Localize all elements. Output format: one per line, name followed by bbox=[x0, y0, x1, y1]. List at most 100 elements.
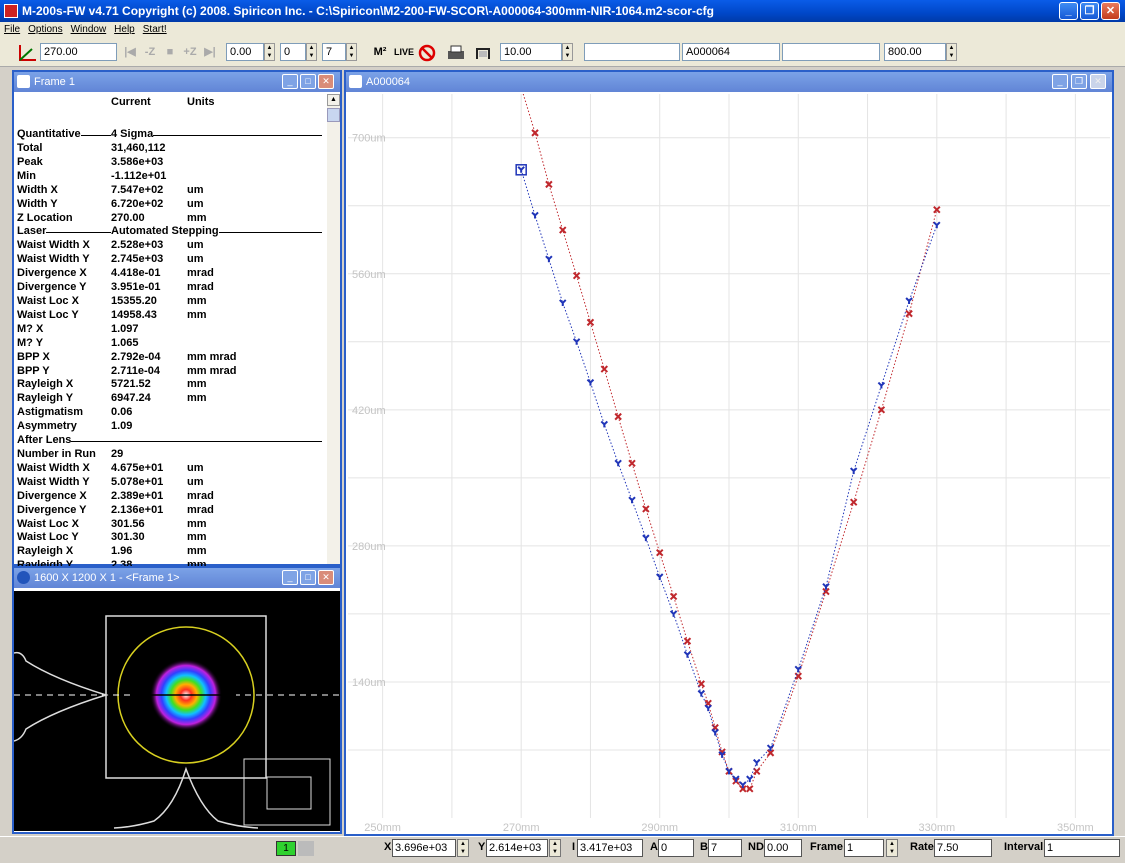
frame-start-spinner[interactable]: ▲ ▼ bbox=[306, 43, 317, 61]
data-point-y bbox=[849, 467, 858, 475]
result-label: Rayleigh X bbox=[17, 545, 74, 558]
result-value: 0.06 bbox=[111, 406, 133, 419]
result-value: 270.00 bbox=[111, 211, 145, 224]
frame-end-input[interactable]: 7 bbox=[322, 43, 346, 61]
result-row: M? Y 1.065 bbox=[17, 337, 327, 350]
result-row: Waist Loc Y 14958.43 mm bbox=[17, 309, 327, 322]
y-tick-label: 420um bbox=[352, 405, 386, 417]
file-id-field[interactable]: A000064 bbox=[682, 43, 780, 61]
step-back-icon[interactable]: -Z bbox=[140, 43, 160, 62]
y-spinner[interactable]: ▲ ▼ bbox=[549, 839, 561, 857]
y-tick-label: 140um bbox=[352, 677, 386, 689]
live-button[interactable]: LIVE bbox=[393, 43, 415, 62]
result-value: 4.418e-01 bbox=[111, 267, 161, 280]
menu-help[interactable]: Help bbox=[110, 22, 139, 38]
data-point-y bbox=[753, 758, 761, 766]
lens-focal-input[interactable]: 10.00 bbox=[500, 43, 562, 61]
panel-minimize-icon[interactable]: _ bbox=[282, 74, 298, 89]
close-icon[interactable]: ✕ bbox=[1101, 2, 1120, 20]
x-tick-label: 350mm bbox=[1057, 822, 1094, 834]
result-unit: mm bbox=[187, 545, 207, 558]
scroll-up-icon[interactable]: ▲ bbox=[327, 94, 340, 106]
result-row: Rayleigh X 1.96 mm bbox=[17, 545, 327, 558]
wavelength-input[interactable]: 800.00 bbox=[884, 43, 946, 61]
panel-close-icon[interactable]: ✕ bbox=[318, 74, 334, 89]
data-point-y bbox=[877, 381, 886, 389]
blank-field-2[interactable] bbox=[782, 43, 880, 61]
menu-start[interactable]: Start! bbox=[139, 22, 171, 38]
menu-file[interactable]: File bbox=[0, 22, 24, 38]
result-value: 3.586e+03 bbox=[111, 155, 164, 168]
y-tick-label: 560um bbox=[352, 269, 386, 281]
result-row: Width Y 6.720e+02 um bbox=[17, 198, 327, 211]
x-tick-label: 290mm bbox=[641, 822, 678, 834]
stop-icon[interactable]: ■ bbox=[160, 43, 180, 62]
step-forward-icon[interactable]: +Z bbox=[180, 43, 200, 62]
restore-icon[interactable]: ❐ bbox=[1080, 2, 1099, 20]
x-label: X bbox=[384, 841, 392, 853]
result-row: Waist Width Y 5.078e+01 um bbox=[17, 476, 327, 489]
frame-end-spinner[interactable]: ▲ ▼ bbox=[346, 43, 357, 61]
minimize-icon[interactable]: _ bbox=[1059, 2, 1078, 20]
lens-icon[interactable] bbox=[474, 44, 494, 64]
menu-window[interactable]: Window bbox=[67, 22, 111, 38]
printer-icon[interactable] bbox=[446, 44, 466, 64]
beam-maximize-icon[interactable]: □ bbox=[300, 570, 316, 585]
section-header: After Lens bbox=[17, 434, 322, 447]
frame-spinner[interactable]: ▲ ▼ bbox=[886, 839, 898, 857]
m2-button[interactable]: M² bbox=[368, 43, 392, 62]
axis-tool-icon[interactable] bbox=[16, 43, 38, 63]
step-last-icon[interactable]: ▶| bbox=[200, 43, 220, 62]
z-location-input[interactable]: 270.00 bbox=[40, 43, 117, 61]
result-value: -1.112e+01 bbox=[111, 169, 167, 182]
menu-options[interactable]: Options bbox=[24, 22, 66, 38]
scroll-thumb[interactable] bbox=[327, 108, 340, 122]
plot-minimize-icon[interactable]: _ bbox=[1052, 74, 1068, 89]
step-first-icon[interactable]: |◀ bbox=[120, 43, 140, 62]
plot-close-icon[interactable]: ✕ bbox=[1090, 74, 1106, 89]
results-scrollbar[interactable]: ▲ bbox=[327, 94, 340, 564]
result-unit: mm bbox=[187, 211, 207, 224]
result-row: Width X 7.547e+02 um bbox=[17, 184, 327, 197]
y-label: Y bbox=[478, 841, 486, 853]
result-value: 15355.20 bbox=[111, 295, 157, 307]
no-entry-icon[interactable] bbox=[418, 44, 436, 64]
plot-restore-icon[interactable]: ❐ bbox=[1071, 74, 1087, 89]
result-unit: mm bbox=[187, 308, 207, 321]
step-size-spinner[interactable]: ▲ ▼ bbox=[264, 43, 275, 61]
x-tick-label: 270mm bbox=[503, 822, 540, 834]
data-point-y bbox=[683, 651, 692, 658]
app-icon bbox=[4, 4, 18, 18]
result-label: Divergence Y bbox=[17, 503, 87, 516]
result-value: 4.675e+01 bbox=[111, 461, 164, 474]
blank-field-1[interactable] bbox=[584, 43, 680, 61]
x-tick-label: 250mm bbox=[364, 822, 401, 834]
caustic-chart[interactable]: 250mm 270mm 290mm 310mm 330mm 350mm 700um 560um… bbox=[348, 94, 1110, 834]
result-label: Peak bbox=[17, 155, 43, 168]
step-size-input[interactable]: 0.00 bbox=[226, 43, 264, 61]
result-value: 6947.24 bbox=[111, 392, 151, 405]
data-point-y bbox=[642, 534, 650, 542]
result-value: 1.065 bbox=[111, 336, 139, 349]
result-unit: mrad bbox=[187, 503, 214, 516]
panel-maximize-icon[interactable]: □ bbox=[300, 74, 316, 89]
result-row: Waist Loc X 15355.20 mm bbox=[17, 295, 327, 308]
result-label: M? X bbox=[17, 322, 44, 335]
result-value: 2.711e-04 bbox=[111, 364, 160, 377]
beam-minimize-icon[interactable]: _ bbox=[282, 570, 298, 585]
beam-profile-image[interactable] bbox=[14, 591, 340, 831]
beam-close-icon[interactable]: ✕ bbox=[318, 570, 334, 585]
result-row: Total 31,460,112 bbox=[17, 142, 327, 155]
frame-results-panel: Frame 1 _ □ ✕ Current Units Quantitative… bbox=[12, 70, 342, 571]
result-unit: mrad bbox=[187, 267, 214, 280]
plot-panel-title: A000064 bbox=[366, 76, 411, 88]
result-row: Waist Width Y 2.745e+03 um bbox=[17, 253, 327, 266]
result-label: Rayleigh X bbox=[17, 378, 74, 391]
frame-start-input[interactable]: 0 bbox=[280, 43, 306, 61]
result-row: BPP Y 2.711e-04 mm mrad bbox=[17, 365, 327, 378]
data-point-y bbox=[697, 689, 705, 697]
lens-focal-spinner[interactable]: ▲ ▼ bbox=[562, 43, 573, 61]
data-point-y bbox=[628, 496, 636, 504]
x-spinner[interactable]: ▲ ▼ bbox=[457, 839, 469, 857]
wavelength-spinner[interactable]: ▲ ▼ bbox=[946, 43, 957, 61]
